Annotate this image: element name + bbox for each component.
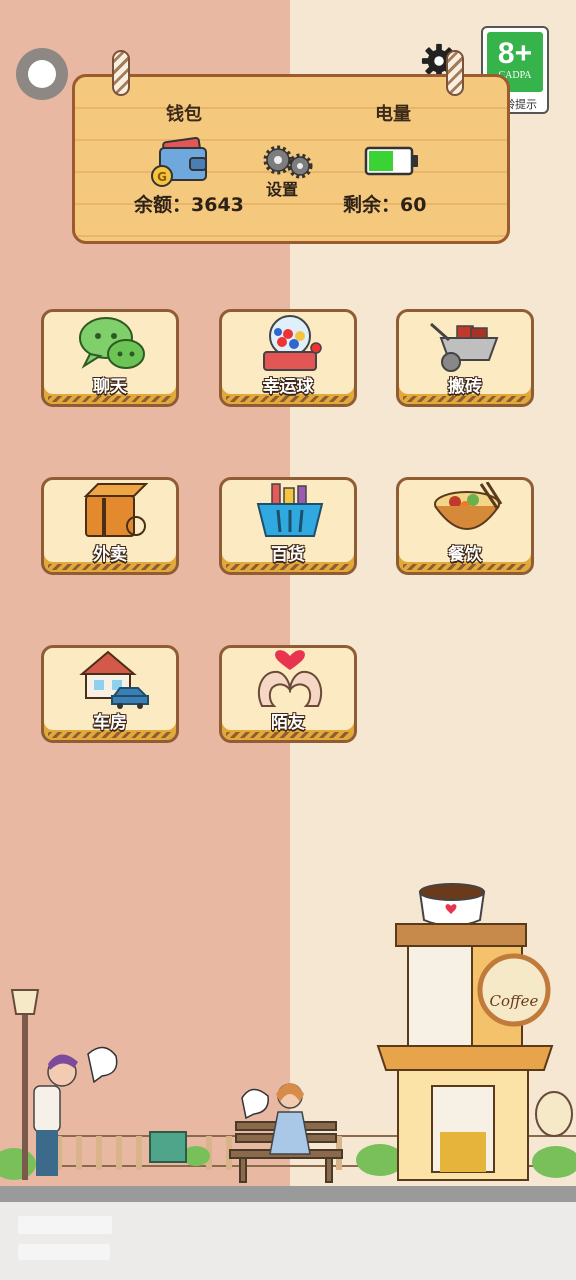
man-with-phone-icon <box>33 1046 118 1176</box>
app-label: 搬砖 <box>448 377 482 397</box>
delivery-box-icon <box>83 483 149 537</box>
app-label: 幸运球 <box>262 377 314 397</box>
wheelbarrow-icon <box>430 322 499 372</box>
rope-peg-icon <box>112 50 130 96</box>
battery-icon <box>364 146 418 176</box>
balance-label: 余额： <box>134 194 192 216</box>
lucky-ball-icon <box>263 315 322 371</box>
app-label: 陌友 <box>271 713 305 733</box>
coffee-sign-text: Coffee <box>490 992 539 1010</box>
floating-home-button[interactable] <box>16 48 68 100</box>
wallet-title: 钱包 <box>166 104 202 125</box>
app-tile-strangers[interactable]: 陌友 <box>219 645 357 743</box>
app-label: 外卖 <box>93 545 127 565</box>
heart-hands-icon <box>257 650 323 707</box>
balance-text: 余额：3643 <box>134 190 244 217</box>
app-tile-move-bricks[interactable]: 搬砖 <box>396 309 534 407</box>
remain-text: 剩余：60 <box>343 190 426 217</box>
app-tile-chat[interactable]: 聊天 <box>41 309 179 407</box>
chat-icon <box>79 317 145 369</box>
app-label: 百货 <box>271 545 305 565</box>
bottom-placeholder-bar <box>18 1216 112 1234</box>
settings-label[interactable]: 设置 <box>266 176 298 200</box>
power-title: 电量 <box>375 104 411 125</box>
girl-on-bench-icon <box>241 1083 311 1155</box>
rope-peg-icon <box>446 50 464 96</box>
remain-value: 60 <box>400 194 427 216</box>
app-label: 餐饮 <box>448 545 482 565</box>
app-tile-department-store[interactable]: 百货 <box>219 477 357 575</box>
app-tile-lucky-ball[interactable]: 幸运球 <box>219 309 357 407</box>
balance-value: 3643 <box>191 194 244 216</box>
mailbox-icon <box>149 1131 187 1163</box>
remain-label: 剩余： <box>343 194 401 216</box>
wallet-icon[interactable]: G <box>150 136 210 188</box>
bottom-placeholder-bar <box>18 1244 110 1260</box>
app-tile-car-house[interactable]: 车房 <box>41 645 179 743</box>
app-label: 聊天 <box>93 377 127 397</box>
app-tile-dining[interactable]: 餐饮 <box>396 477 534 575</box>
svg-text:G: G <box>157 170 167 184</box>
shopping-basket-icon <box>256 483 324 537</box>
gears-icon[interactable] <box>262 144 314 180</box>
age-rating-value: 8+ <box>497 37 533 70</box>
app-label: 车房 <box>93 713 127 733</box>
app-tile-delivery[interactable]: 外卖 <box>41 477 179 575</box>
house-car-icon <box>79 650 149 709</box>
food-bowl-icon <box>434 482 503 530</box>
